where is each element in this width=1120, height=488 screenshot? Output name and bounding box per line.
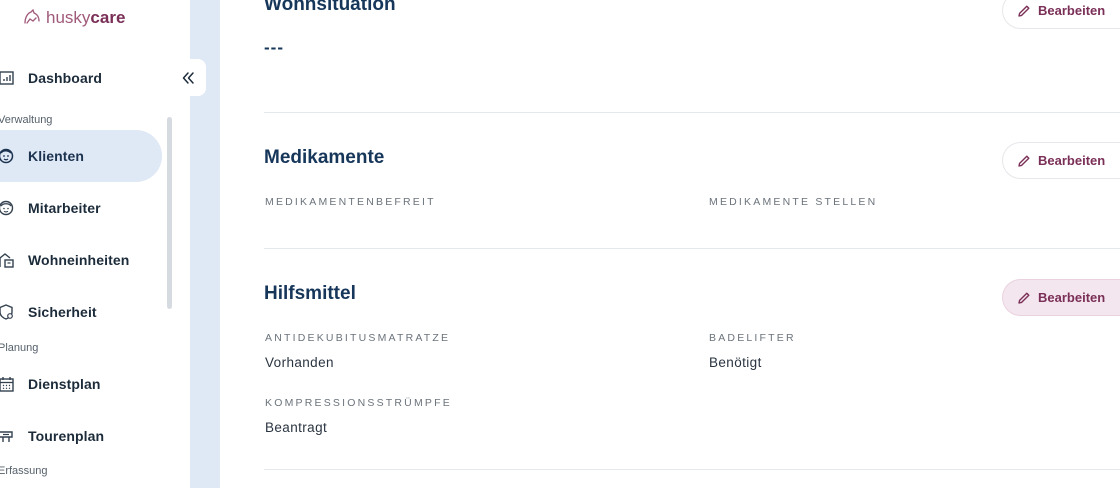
pencil-icon bbox=[1018, 292, 1030, 304]
section-title-wohnsituation: Wohnsituation bbox=[264, 0, 396, 15]
edit-button-label: Bearbeiten bbox=[1038, 153, 1106, 168]
field-label-badelifter: Badelifter bbox=[709, 332, 796, 344]
field-value-antidekubitusmatratze: Vorhanden bbox=[265, 355, 334, 370]
route-sign-icon bbox=[0, 431, 13, 442]
field-value-badelifter: Benötigt bbox=[709, 355, 762, 370]
field-label-antidekubitusmatratze: Antidekubitusmatratze bbox=[265, 332, 451, 344]
sidebar-item-mitarbeiter[interactable]: Mitarbeiter bbox=[0, 182, 162, 234]
section-divider bbox=[264, 248, 1120, 249]
client-face-icon bbox=[0, 148, 14, 164]
double-chevron-left-icon bbox=[182, 71, 194, 84]
sidebar-item-label: Tourenplan bbox=[28, 428, 105, 444]
section-label-planung: Planung bbox=[0, 342, 39, 354]
client-detail-panel: Wohnsituation --- Bearbeiten Medikamente… bbox=[220, 0, 1120, 488]
edit-button-label: Bearbeiten bbox=[1038, 3, 1106, 18]
sidebar-item-label: Dashboard bbox=[28, 70, 103, 86]
sidebar-item-tourenplan[interactable]: Tourenplan bbox=[0, 410, 162, 462]
section-divider bbox=[264, 112, 1120, 113]
dashboard-icon bbox=[0, 71, 14, 85]
section-label-erfassung: Erfassung bbox=[0, 465, 48, 477]
pencil-icon bbox=[1018, 5, 1030, 17]
sidebar-item-label: Mitarbeiter bbox=[28, 200, 101, 216]
field-label-kompressionsstruempfe: Kompressionsstrümpfe bbox=[265, 397, 452, 409]
edit-medikamente-button[interactable]: Bearbeiten bbox=[1002, 142, 1120, 179]
calendar-icon bbox=[0, 377, 14, 392]
edit-wohnsituation-button[interactable]: Bearbeiten bbox=[1002, 0, 1120, 29]
husky-logo-icon bbox=[24, 9, 40, 24]
section-title-hilfsmittel: Hilfsmittel bbox=[264, 283, 356, 304]
housing-unit-icon bbox=[0, 253, 14, 268]
sidebar-scrollbar[interactable] bbox=[167, 117, 172, 309]
field-label-medikamente-stellen: Medikamente stellen bbox=[709, 196, 878, 208]
sidebar-item-dienstplan[interactable]: Dienstplan bbox=[0, 358, 162, 410]
section-title-medikamente: Medikamente bbox=[264, 147, 385, 168]
section-divider bbox=[264, 469, 1120, 470]
brand-name-husky: husky bbox=[46, 8, 91, 27]
edit-button-label: Bearbeiten bbox=[1038, 290, 1106, 305]
sidebar-item-dashboard[interactable]: Dashboard bbox=[0, 52, 162, 104]
wohnsituation-value: --- bbox=[264, 38, 284, 57]
pencil-icon bbox=[1018, 155, 1030, 167]
sidebar-item-klienten[interactable]: Klienten bbox=[0, 130, 162, 182]
brand-name-care: care bbox=[90, 8, 126, 27]
sidebar: husky care Dashboard Verwaltung Klienten … bbox=[0, 0, 190, 488]
brand-logo[interactable]: husky care bbox=[22, 8, 125, 28]
collapse-sidebar-button[interactable] bbox=[170, 59, 206, 96]
sidebar-item-label: Sicherheit bbox=[28, 304, 97, 320]
sidebar-item-label: Klienten bbox=[28, 148, 85, 164]
sidebar-item-label: Dienstplan bbox=[28, 376, 101, 392]
section-label-verwaltung: Verwaltung bbox=[0, 114, 53, 126]
sidebar-item-label: Wohneinheiten bbox=[28, 252, 130, 268]
edit-hilfsmittel-button[interactable]: Bearbeiten bbox=[1002, 279, 1120, 316]
employee-face-icon bbox=[0, 200, 14, 216]
shield-icon bbox=[0, 304, 13, 320]
field-label-medikamentenbefreit: Medikamentenbefreit bbox=[265, 196, 436, 208]
field-value-kompressionsstruempfe: Beantragt bbox=[265, 420, 328, 435]
sidebar-item-wohneinheiten[interactable]: Wohneinheiten bbox=[0, 234, 162, 286]
sidebar-item-sicherheit[interactable]: Sicherheit bbox=[0, 286, 162, 338]
